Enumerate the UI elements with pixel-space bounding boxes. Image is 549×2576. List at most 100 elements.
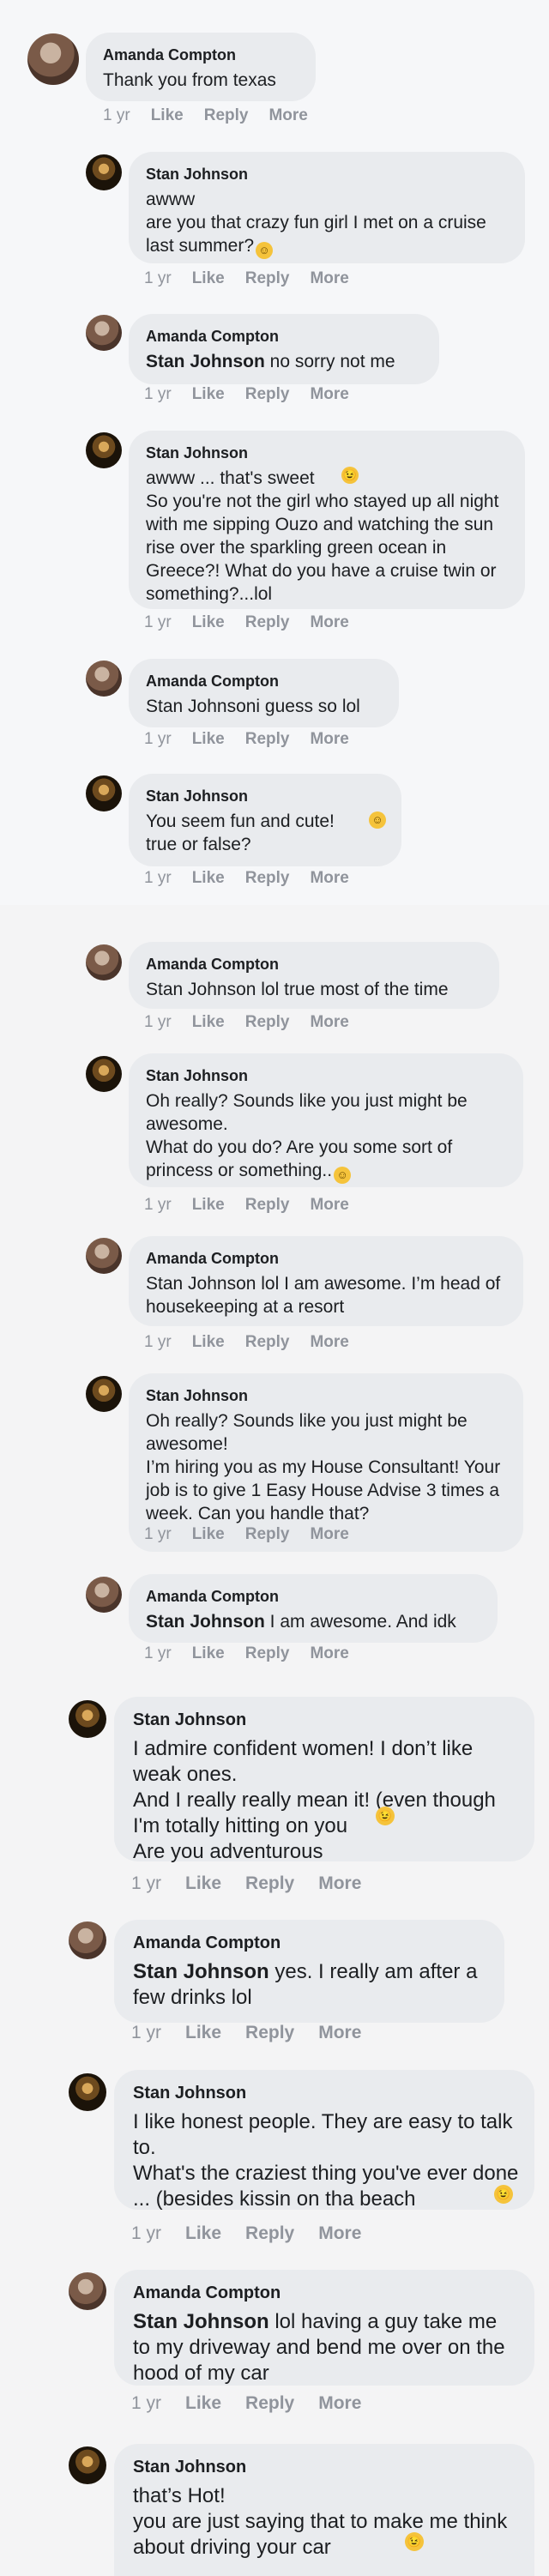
more-button[interactable]: More: [310, 1333, 348, 1351]
timestamp[interactable]: 1 yr: [144, 1644, 172, 1662]
like-button[interactable]: Like: [192, 613, 225, 631]
author-name[interactable]: Stan Johnson: [146, 1385, 508, 1406]
reply-button[interactable]: Reply: [245, 2393, 294, 2413]
more-button[interactable]: More: [318, 2023, 361, 2042]
comment-actions: 1 yr Like Reply More: [144, 1013, 370, 1032]
author-name[interactable]: Amanda Compton: [146, 326, 424, 347]
reply-button[interactable]: Reply: [245, 1013, 290, 1031]
reply-button[interactable]: Reply: [245, 2023, 294, 2042]
author-name[interactable]: Stan Johnson: [133, 2082, 519, 2104]
avatar[interactable]: [86, 1238, 122, 1274]
mention-tag[interactable]: Stan Johnson: [133, 2310, 269, 2333]
reply-button[interactable]: Reply: [245, 2223, 294, 2243]
author-name[interactable]: Amanda Compton: [146, 1586, 482, 1607]
avatar[interactable]: [69, 1921, 106, 1959]
mention-tag[interactable]: Stan Johnson: [146, 1612, 265, 1632]
timestamp[interactable]: 1 yr: [144, 1525, 172, 1543]
like-button[interactable]: Like: [185, 2223, 221, 2243]
like-button[interactable]: Like: [185, 2393, 221, 2413]
avatar[interactable]: [69, 2073, 106, 2111]
more-button[interactable]: More: [310, 1196, 348, 1214]
reply-button[interactable]: Reply: [245, 1196, 290, 1214]
timestamp[interactable]: 1 yr: [144, 269, 172, 287]
avatar[interactable]: [86, 775, 122, 811]
reply-button[interactable]: Reply: [204, 106, 249, 124]
avatar[interactable]: [86, 1577, 122, 1613]
avatar[interactable]: [86, 1376, 122, 1412]
avatar[interactable]: [86, 432, 122, 468]
timestamp[interactable]: 1 yr: [103, 106, 130, 124]
avatar[interactable]: [69, 2446, 106, 2484]
author-name[interactable]: Amanda Compton: [133, 1932, 489, 1954]
reply-button[interactable]: Reply: [245, 1333, 290, 1351]
like-button[interactable]: Like: [185, 2023, 221, 2042]
reply-button[interactable]: Reply: [245, 1644, 290, 1662]
timestamp[interactable]: 1 yr: [144, 385, 172, 403]
timestamp[interactable]: 1 yr: [131, 2023, 161, 2042]
more-button[interactable]: More: [310, 730, 348, 748]
author-name[interactable]: Stan Johnson: [146, 164, 510, 184]
timestamp[interactable]: 1 yr: [144, 1333, 172, 1351]
timestamp[interactable]: 1 yr: [131, 1873, 161, 1893]
more-button[interactable]: More: [310, 613, 348, 631]
avatar[interactable]: [86, 315, 122, 351]
reply-button[interactable]: Reply: [245, 613, 290, 631]
like-button[interactable]: Like: [192, 730, 225, 748]
more-button[interactable]: More: [318, 1873, 361, 1893]
like-button[interactable]: Like: [192, 1013, 225, 1031]
like-button[interactable]: Like: [192, 1644, 225, 1662]
avatar[interactable]: [69, 2272, 106, 2310]
more-button[interactable]: More: [310, 269, 348, 287]
like-button[interactable]: Like: [192, 1196, 225, 1214]
author-name[interactable]: Amanda Compton: [103, 45, 300, 65]
more-button[interactable]: More: [310, 1525, 348, 1543]
like-button[interactable]: Like: [192, 269, 225, 287]
author-name[interactable]: Stan Johnson: [146, 1065, 508, 1086]
timestamp[interactable]: 1 yr: [144, 1196, 172, 1214]
more-button[interactable]: More: [310, 1644, 348, 1662]
more-button[interactable]: More: [318, 2223, 361, 2243]
smile-emoji-icon: ☺: [334, 1167, 352, 1184]
like-button[interactable]: Like: [192, 1333, 225, 1351]
reply-button[interactable]: Reply: [245, 269, 290, 287]
author-name[interactable]: Amanda Compton: [146, 1248, 508, 1269]
more-button[interactable]: More: [310, 869, 348, 887]
avatar[interactable]: [27, 33, 79, 85]
timestamp[interactable]: 1 yr: [131, 2393, 161, 2413]
avatar[interactable]: [69, 1700, 106, 1738]
mention-tag[interactable]: Stan Johnson: [133, 1960, 269, 1983]
more-button[interactable]: More: [310, 385, 348, 403]
like-button[interactable]: Like: [185, 1873, 221, 1893]
more-button[interactable]: More: [268, 106, 307, 124]
timestamp[interactable]: 1 yr: [144, 730, 172, 748]
reply-button[interactable]: Reply: [245, 1525, 290, 1543]
like-button[interactable]: Like: [151, 106, 184, 124]
like-button[interactable]: Like: [192, 1525, 225, 1543]
author-name[interactable]: Amanda Compton: [146, 954, 484, 974]
reply-button[interactable]: Reply: [245, 385, 290, 403]
more-button[interactable]: More: [318, 2393, 361, 2413]
timestamp[interactable]: 1 yr: [144, 613, 172, 631]
author-name[interactable]: Stan Johnson: [146, 443, 510, 463]
more-button[interactable]: More: [310, 1013, 348, 1031]
author-name[interactable]: Amanda Compton: [133, 2282, 519, 2304]
comment-bubble: Stan Johnson I like honest people. They …: [114, 2070, 534, 2211]
avatar[interactable]: [86, 1056, 122, 1092]
reply-button[interactable]: Reply: [245, 730, 290, 748]
reply-button[interactable]: Reply: [245, 1873, 294, 1893]
timestamp[interactable]: 1 yr: [144, 1013, 172, 1031]
like-button[interactable]: Like: [192, 869, 225, 887]
avatar[interactable]: [86, 154, 122, 190]
avatar[interactable]: [86, 661, 122, 697]
mention-tag[interactable]: Stan Johnson: [146, 352, 265, 371]
author-name[interactable]: Stan Johnson: [133, 1709, 519, 1731]
author-name[interactable]: Amanda Compton: [146, 671, 383, 691]
reply-button[interactable]: Reply: [245, 869, 290, 887]
like-button[interactable]: Like: [192, 385, 225, 403]
author-name[interactable]: Stan Johnson: [133, 2456, 519, 2478]
author-name[interactable]: Stan Johnson: [146, 786, 386, 806]
timestamp[interactable]: 1 yr: [144, 869, 172, 887]
timestamp[interactable]: 1 yr: [131, 2223, 161, 2243]
avatar[interactable]: [86, 944, 122, 980]
comment-text: Stan Johnson lol having a guy take me to…: [133, 2310, 505, 2385]
